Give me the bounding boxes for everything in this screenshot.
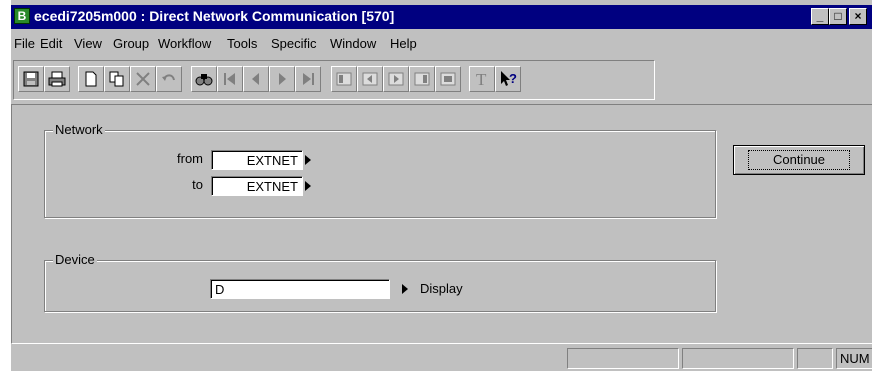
menu-edit[interactable]: Edit bbox=[40, 36, 62, 51]
app-icon[interactable]: B bbox=[14, 8, 30, 24]
find-icon bbox=[195, 74, 213, 86]
last-record-icon bbox=[303, 73, 314, 85]
group-first-button[interactable] bbox=[331, 66, 357, 92]
group-first-icon bbox=[336, 72, 352, 86]
to-zoom-arrow-icon[interactable] bbox=[305, 181, 311, 191]
menu-view[interactable]: View bbox=[74, 36, 102, 51]
menu-group[interactable]: Group bbox=[113, 36, 149, 51]
next-record-icon bbox=[279, 73, 286, 85]
status-pane-2 bbox=[682, 348, 794, 369]
next-record-button[interactable] bbox=[269, 66, 295, 92]
status-bar: NUM bbox=[11, 348, 872, 371]
undo-button[interactable] bbox=[156, 66, 182, 92]
menu-help[interactable]: Help bbox=[390, 36, 417, 51]
device-field[interactable]: D bbox=[210, 279, 390, 299]
device-description: Display bbox=[420, 281, 463, 296]
last-record-button[interactable] bbox=[295, 66, 321, 92]
group-extra-button[interactable] bbox=[435, 66, 461, 92]
copy-button[interactable] bbox=[104, 66, 130, 92]
status-pane-3 bbox=[797, 348, 833, 369]
svg-text:T: T bbox=[476, 70, 487, 88]
undo-icon bbox=[162, 74, 175, 81]
group-last-icon bbox=[414, 72, 430, 86]
window-title: ecedi7205m000 : Direct Network Communica… bbox=[34, 8, 395, 24]
svg-text:?: ? bbox=[509, 71, 517, 86]
to-network-field[interactable]: EXTNET bbox=[211, 176, 303, 196]
continue-button[interactable]: Continue bbox=[733, 145, 865, 175]
to-label: to bbox=[192, 177, 203, 192]
new-icon bbox=[85, 71, 97, 87]
print-icon bbox=[48, 71, 66, 87]
menu-window[interactable]: Window bbox=[330, 36, 376, 51]
network-group: Network from EXTNET to EXTNET bbox=[44, 122, 716, 218]
previous-record-icon bbox=[252, 73, 259, 85]
group-last-button[interactable] bbox=[409, 66, 435, 92]
device-zoom-arrow-icon[interactable] bbox=[402, 284, 408, 294]
find-button[interactable] bbox=[191, 66, 217, 92]
delete-icon bbox=[136, 72, 150, 86]
new-button[interactable] bbox=[78, 66, 104, 92]
help-pointer-button[interactable]: ? bbox=[495, 66, 521, 92]
minimize-button[interactable]: _ bbox=[811, 8, 829, 25]
group-next-button[interactable] bbox=[383, 66, 409, 92]
save-button[interactable] bbox=[18, 66, 44, 92]
group-extra-icon bbox=[440, 72, 456, 86]
first-record-icon bbox=[224, 73, 235, 85]
network-legend: Network bbox=[53, 122, 105, 137]
text-icon: T bbox=[476, 70, 487, 88]
form-area: Network from EXTNET to EXTNET Device D D… bbox=[11, 104, 872, 344]
menu-bar: File Edit View Group Workflow Tools Spec… bbox=[11, 34, 872, 54]
menu-file[interactable]: File bbox=[14, 36, 35, 51]
status-pane-1 bbox=[567, 348, 679, 369]
delete-button[interactable] bbox=[130, 66, 156, 92]
group-previous-icon bbox=[362, 72, 378, 86]
menu-tools[interactable]: Tools bbox=[227, 36, 257, 51]
from-label: from bbox=[177, 151, 203, 166]
device-group: Device D Display bbox=[44, 252, 716, 312]
application-window: B ecedi7205m000 : Direct Network Communi… bbox=[10, 0, 872, 371]
group-next-icon bbox=[388, 72, 404, 86]
group-previous-button[interactable] bbox=[357, 66, 383, 92]
maximize-button[interactable]: □ bbox=[829, 8, 847, 25]
save-icon bbox=[23, 71, 39, 87]
status-num: NUM bbox=[836, 348, 872, 369]
device-legend: Device bbox=[53, 252, 97, 267]
menu-specific[interactable]: Specific bbox=[271, 36, 317, 51]
first-record-button[interactable] bbox=[217, 66, 243, 92]
from-network-field[interactable]: EXTNET bbox=[211, 150, 303, 170]
from-zoom-arrow-icon[interactable] bbox=[305, 155, 311, 165]
close-button[interactable]: × bbox=[849, 8, 867, 25]
help-pointer-icon: ? bbox=[501, 71, 517, 86]
continue-label: Continue bbox=[747, 150, 851, 170]
title-bar[interactable]: B ecedi7205m000 : Direct Network Communi… bbox=[11, 5, 872, 29]
copy-icon bbox=[109, 71, 124, 87]
menu-workflow[interactable]: Workflow bbox=[158, 36, 211, 51]
text-button[interactable]: T bbox=[469, 66, 495, 92]
previous-record-button[interactable] bbox=[243, 66, 269, 92]
print-button[interactable] bbox=[44, 66, 70, 92]
